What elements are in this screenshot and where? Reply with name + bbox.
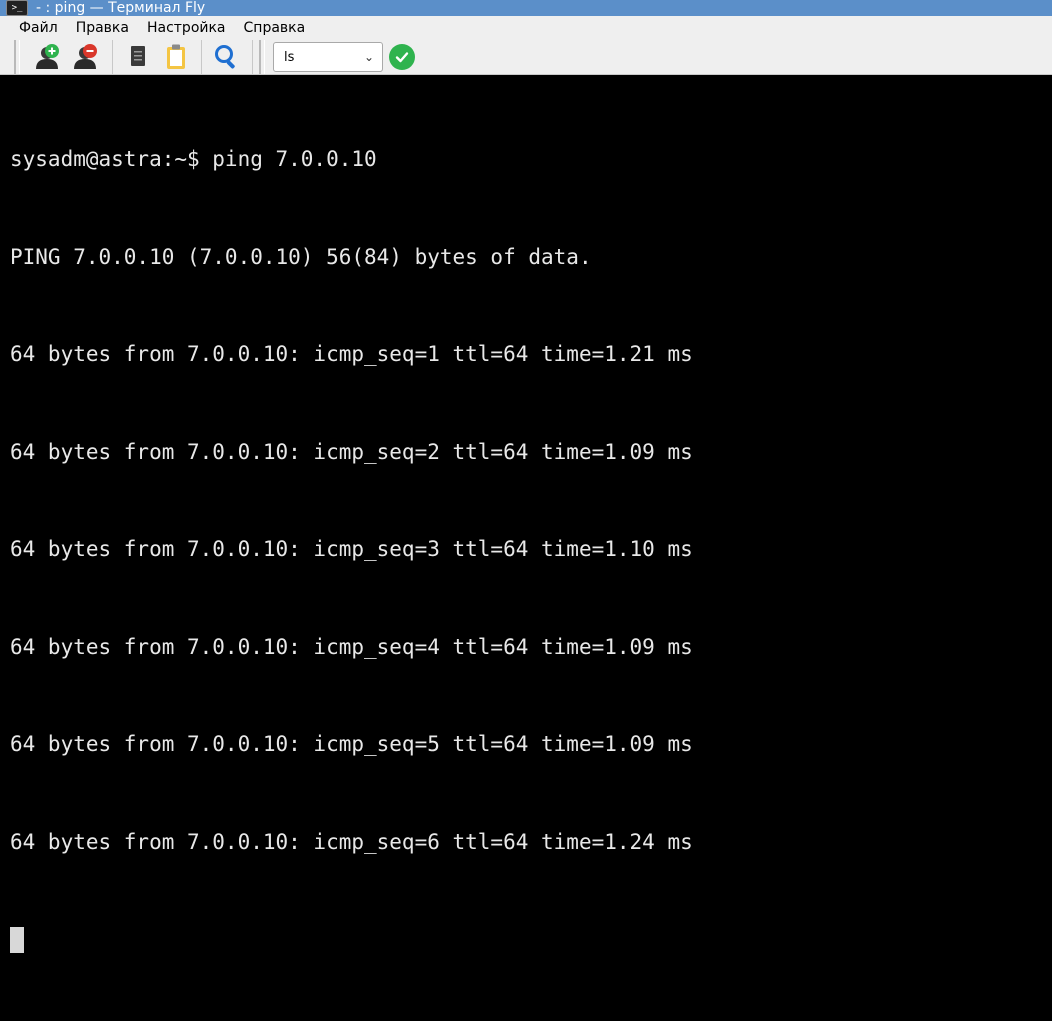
clipboard-icon (167, 44, 185, 69)
run-command-button[interactable] (389, 44, 415, 70)
terminal-line: sysadm@astra:~$ ping 7.0.0.10 (10, 147, 377, 171)
terminal-window: >_ - : ping — Терминал Fly Файл Правка Н… (0, 0, 1052, 1021)
toolbar-separator (201, 40, 202, 74)
toolbar-separator (112, 40, 113, 74)
terminal-icon: >_ (6, 0, 28, 16)
title-bar[interactable]: >_ - : ping — Терминал Fly (0, 0, 1052, 16)
terminal-line: 64 bytes from 7.0.0.10: icmp_seq=4 ttl=6… (10, 634, 693, 659)
terminal-line: 64 bytes from 7.0.0.10: icmp_seq=6 ttl=6… (10, 829, 693, 854)
menu-bar: Файл Правка Настройка Справка (0, 16, 1052, 40)
window-title: - : ping — Терминал Fly (36, 0, 206, 16)
copy-button[interactable] (121, 40, 155, 74)
checkmark-icon (395, 52, 409, 63)
menu-settings[interactable]: Настройка (138, 16, 235, 40)
search-icon (215, 45, 235, 69)
terminal-line: 64 bytes from 7.0.0.10: icmp_seq=3 ttl=6… (10, 537, 693, 561)
menu-file[interactable]: Файл (10, 16, 67, 40)
user-remove-icon (74, 44, 97, 69)
terminal-line: 64 bytes from 7.0.0.10: icmp_seq=2 ttl=6… (10, 439, 693, 464)
find-button[interactable] (210, 40, 244, 74)
toolbar-grip[interactable] (14, 40, 20, 74)
toolbar-grip[interactable] (259, 40, 265, 74)
command-value: ls (284, 49, 295, 65)
text-cursor (10, 927, 24, 953)
copy-icon (131, 46, 145, 66)
command-combobox[interactable]: ls ⌄ (273, 42, 383, 72)
terminal-output[interactable]: sysadm@astra:~$ ping 7.0.0.10 PING 7.0.0… (0, 75, 1052, 1021)
chevron-down-icon[interactable]: ⌄ (364, 50, 374, 64)
toolbar: ls ⌄ (0, 40, 1052, 75)
menu-edit[interactable]: Правка (67, 16, 138, 40)
terminal-line: 64 bytes from 7.0.0.10: icmp_seq=1 ttl=6… (10, 342, 693, 366)
close-session-button[interactable] (70, 40, 104, 74)
terminal-line: PING 7.0.0.10 (7.0.0.10) 56(84) bytes of… (10, 244, 592, 269)
paste-button[interactable] (159, 40, 193, 74)
terminal-line: 64 bytes from 7.0.0.10: icmp_seq=5 ttl=6… (10, 732, 693, 756)
toolbar-separator (252, 40, 253, 74)
user-add-icon (36, 44, 59, 69)
new-session-button[interactable] (32, 40, 66, 74)
cursor-line (10, 923, 1052, 956)
menu-help[interactable]: Справка (235, 16, 315, 40)
